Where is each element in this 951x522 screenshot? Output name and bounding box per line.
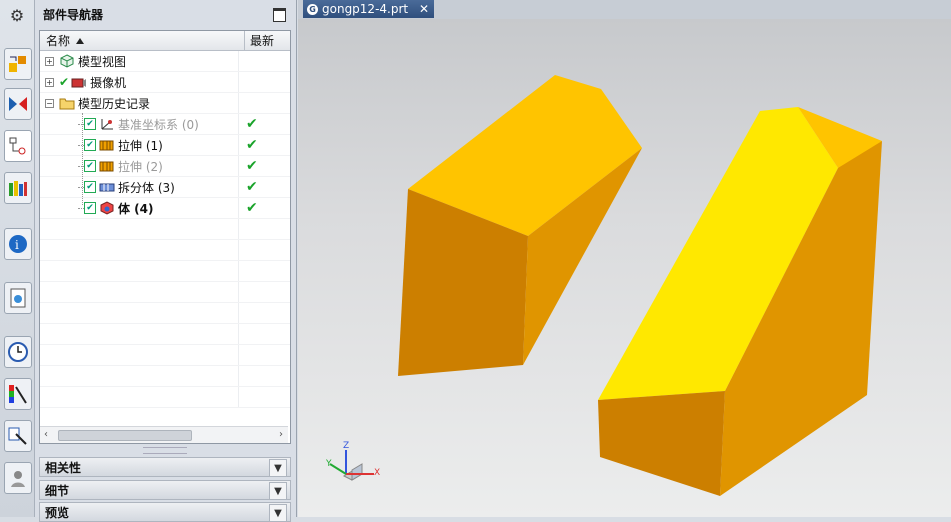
visibility-checkbox[interactable]: ✔ bbox=[84, 139, 96, 151]
tree-label: 模型历史记录 bbox=[78, 96, 151, 111]
close-icon[interactable]: ✕ bbox=[419, 2, 429, 16]
extrude-icon bbox=[99, 161, 114, 172]
3d-viewport[interactable]: Z X Y bbox=[298, 19, 951, 517]
tree-row-camera[interactable]: + ✔ 摄像机 bbox=[40, 72, 290, 93]
expand-icon[interactable]: + bbox=[45, 78, 54, 87]
tree-row-model-history[interactable]: − 模型历史记录 bbox=[40, 93, 290, 114]
nx-logo-icon: G bbox=[307, 3, 318, 15]
checkmark-icon: ✔ bbox=[59, 75, 70, 89]
splitter-grip[interactable] bbox=[143, 447, 187, 454]
tree-label: 基准坐标系 (0) bbox=[118, 117, 199, 132]
section-preview[interactable]: 预览 ▼ bbox=[39, 502, 291, 522]
section-label: 预览 bbox=[45, 505, 70, 520]
system-materials-icon[interactable] bbox=[4, 378, 32, 410]
tree-row-datum-csys[interactable]: ✔ 基准坐标系 (0) ✔ bbox=[40, 114, 290, 135]
tree-label: 拆分体 (3) bbox=[118, 180, 175, 195]
tree-label: 拉伸 (1) bbox=[118, 138, 163, 153]
split-body-icon bbox=[99, 183, 115, 192]
visibility-checkbox[interactable]: ✔ bbox=[84, 160, 96, 172]
chevron-down-icon[interactable]: ▼ bbox=[269, 459, 287, 477]
tree-label: 体 (4) bbox=[118, 201, 154, 216]
tree-label: 拉伸 (2) bbox=[118, 159, 163, 174]
graphics-window: G gongp12-4.prt ✕ Z X Y bbox=[298, 0, 951, 517]
tree-row-empty bbox=[40, 219, 290, 240]
tree-label: 摄像机 bbox=[90, 75, 127, 90]
history-icon[interactable] bbox=[4, 336, 32, 368]
reuse-library-icon[interactable] bbox=[4, 172, 32, 204]
datum-csys-icon bbox=[101, 119, 113, 130]
section-label: 细节 bbox=[45, 483, 70, 498]
horizontal-scrollbar[interactable]: ‹ › bbox=[40, 426, 288, 443]
axis-z-label: Z bbox=[343, 441, 350, 451]
roles-icon[interactable] bbox=[4, 420, 32, 452]
section-label: 相关性 bbox=[45, 460, 82, 475]
tree-row-model-views[interactable]: + 模型视图 bbox=[40, 51, 290, 72]
up-to-date-icon: ✔ bbox=[246, 137, 258, 153]
model-canvas bbox=[398, 75, 882, 496]
model-views-icon bbox=[60, 54, 74, 68]
body-icon bbox=[100, 201, 114, 215]
tree-row-split-body[interactable]: ✔ 拆分体 (3) ✔ bbox=[40, 177, 290, 198]
column-header-latest[interactable]: 最新 bbox=[245, 31, 290, 50]
scrollbar-thumb[interactable] bbox=[58, 430, 192, 441]
visibility-checkbox[interactable]: ✔ bbox=[84, 118, 96, 130]
extrude-icon bbox=[99, 140, 114, 151]
folder-icon bbox=[59, 98, 75, 110]
navigator-title: 部件导航器 bbox=[43, 7, 104, 22]
axis-y-label: Y bbox=[326, 459, 332, 469]
axis-x-label: X bbox=[374, 468, 381, 478]
tree-row-empty bbox=[40, 261, 290, 282]
process-studio-icon[interactable] bbox=[4, 462, 32, 494]
tab-part-file[interactable]: G gongp12-4.prt ✕ bbox=[303, 0, 434, 18]
part-navigator: 部件导航器 名称 最新 + 模型视图 + ✔ 摄像机 − 模型历史记录 ✔ 基准… bbox=[35, 0, 297, 522]
maximize-icon[interactable] bbox=[273, 8, 286, 22]
collapse-icon[interactable]: − bbox=[45, 99, 54, 108]
tree-row-empty bbox=[40, 387, 290, 408]
tab-label: gongp12-4.prt bbox=[322, 2, 409, 16]
scroll-left-icon[interactable]: ‹ bbox=[44, 429, 48, 440]
tree-label: 模型视图 bbox=[78, 54, 127, 69]
up-to-date-icon: ✔ bbox=[246, 200, 258, 216]
resource-bar: ⚙ i bbox=[0, 0, 35, 517]
column-name-label: 名称 bbox=[46, 34, 71, 48]
hd3d-icon[interactable]: i bbox=[4, 228, 32, 260]
right-solid-front-face bbox=[598, 391, 725, 496]
section-dependencies[interactable]: 相关性 ▼ bbox=[39, 457, 291, 477]
expand-icon[interactable]: + bbox=[45, 57, 54, 66]
up-to-date-icon: ✔ bbox=[246, 116, 258, 132]
part-navigator-icon[interactable] bbox=[4, 130, 32, 162]
up-to-date-icon: ✔ bbox=[246, 158, 258, 174]
tree-row-empty bbox=[40, 303, 290, 324]
camera-icon bbox=[71, 78, 87, 88]
tree-header: 名称 最新 bbox=[40, 31, 290, 51]
sort-ascending-icon bbox=[76, 37, 85, 44]
tree-row-extrude-2[interactable]: ✔ 拉伸 (2) ✔ bbox=[40, 156, 290, 177]
tree-row-empty bbox=[40, 324, 290, 345]
tab-bar: G gongp12-4.prt ✕ bbox=[298, 0, 951, 20]
section-details[interactable]: 细节 ▼ bbox=[39, 480, 291, 500]
tree-row-body[interactable]: ✔ 体 (4) ✔ bbox=[40, 198, 290, 219]
assembly-navigator-icon[interactable] bbox=[4, 48, 32, 80]
column-latest-label: 最新 bbox=[250, 34, 275, 48]
wcs-triad-icon bbox=[329, 450, 374, 481]
visibility-checkbox[interactable]: ✔ bbox=[84, 181, 96, 193]
chevron-down-icon[interactable]: ▼ bbox=[269, 504, 287, 522]
settings-icon[interactable]: ⚙ bbox=[5, 4, 29, 26]
web-browser-icon[interactable] bbox=[4, 282, 32, 314]
tree-row-empty bbox=[40, 240, 290, 261]
visibility-checkbox[interactable]: ✔ bbox=[84, 202, 96, 214]
svg-text:i: i bbox=[15, 238, 19, 252]
scroll-right-icon[interactable]: › bbox=[279, 429, 283, 440]
tree-row-extrude-1[interactable]: ✔ 拉伸 (1) ✔ bbox=[40, 135, 290, 156]
chevron-down-icon[interactable]: ▼ bbox=[269, 482, 287, 500]
column-header-name[interactable]: 名称 bbox=[40, 31, 245, 50]
tree-row-empty bbox=[40, 366, 290, 387]
navigator-tree: 名称 最新 + 模型视图 + ✔ 摄像机 − 模型历史记录 ✔ 基准坐标系 (0… bbox=[39, 30, 291, 444]
tree-row-empty bbox=[40, 282, 290, 303]
tree-row-empty bbox=[40, 345, 290, 366]
constraint-navigator-icon[interactable] bbox=[4, 88, 32, 120]
up-to-date-icon: ✔ bbox=[246, 179, 258, 195]
